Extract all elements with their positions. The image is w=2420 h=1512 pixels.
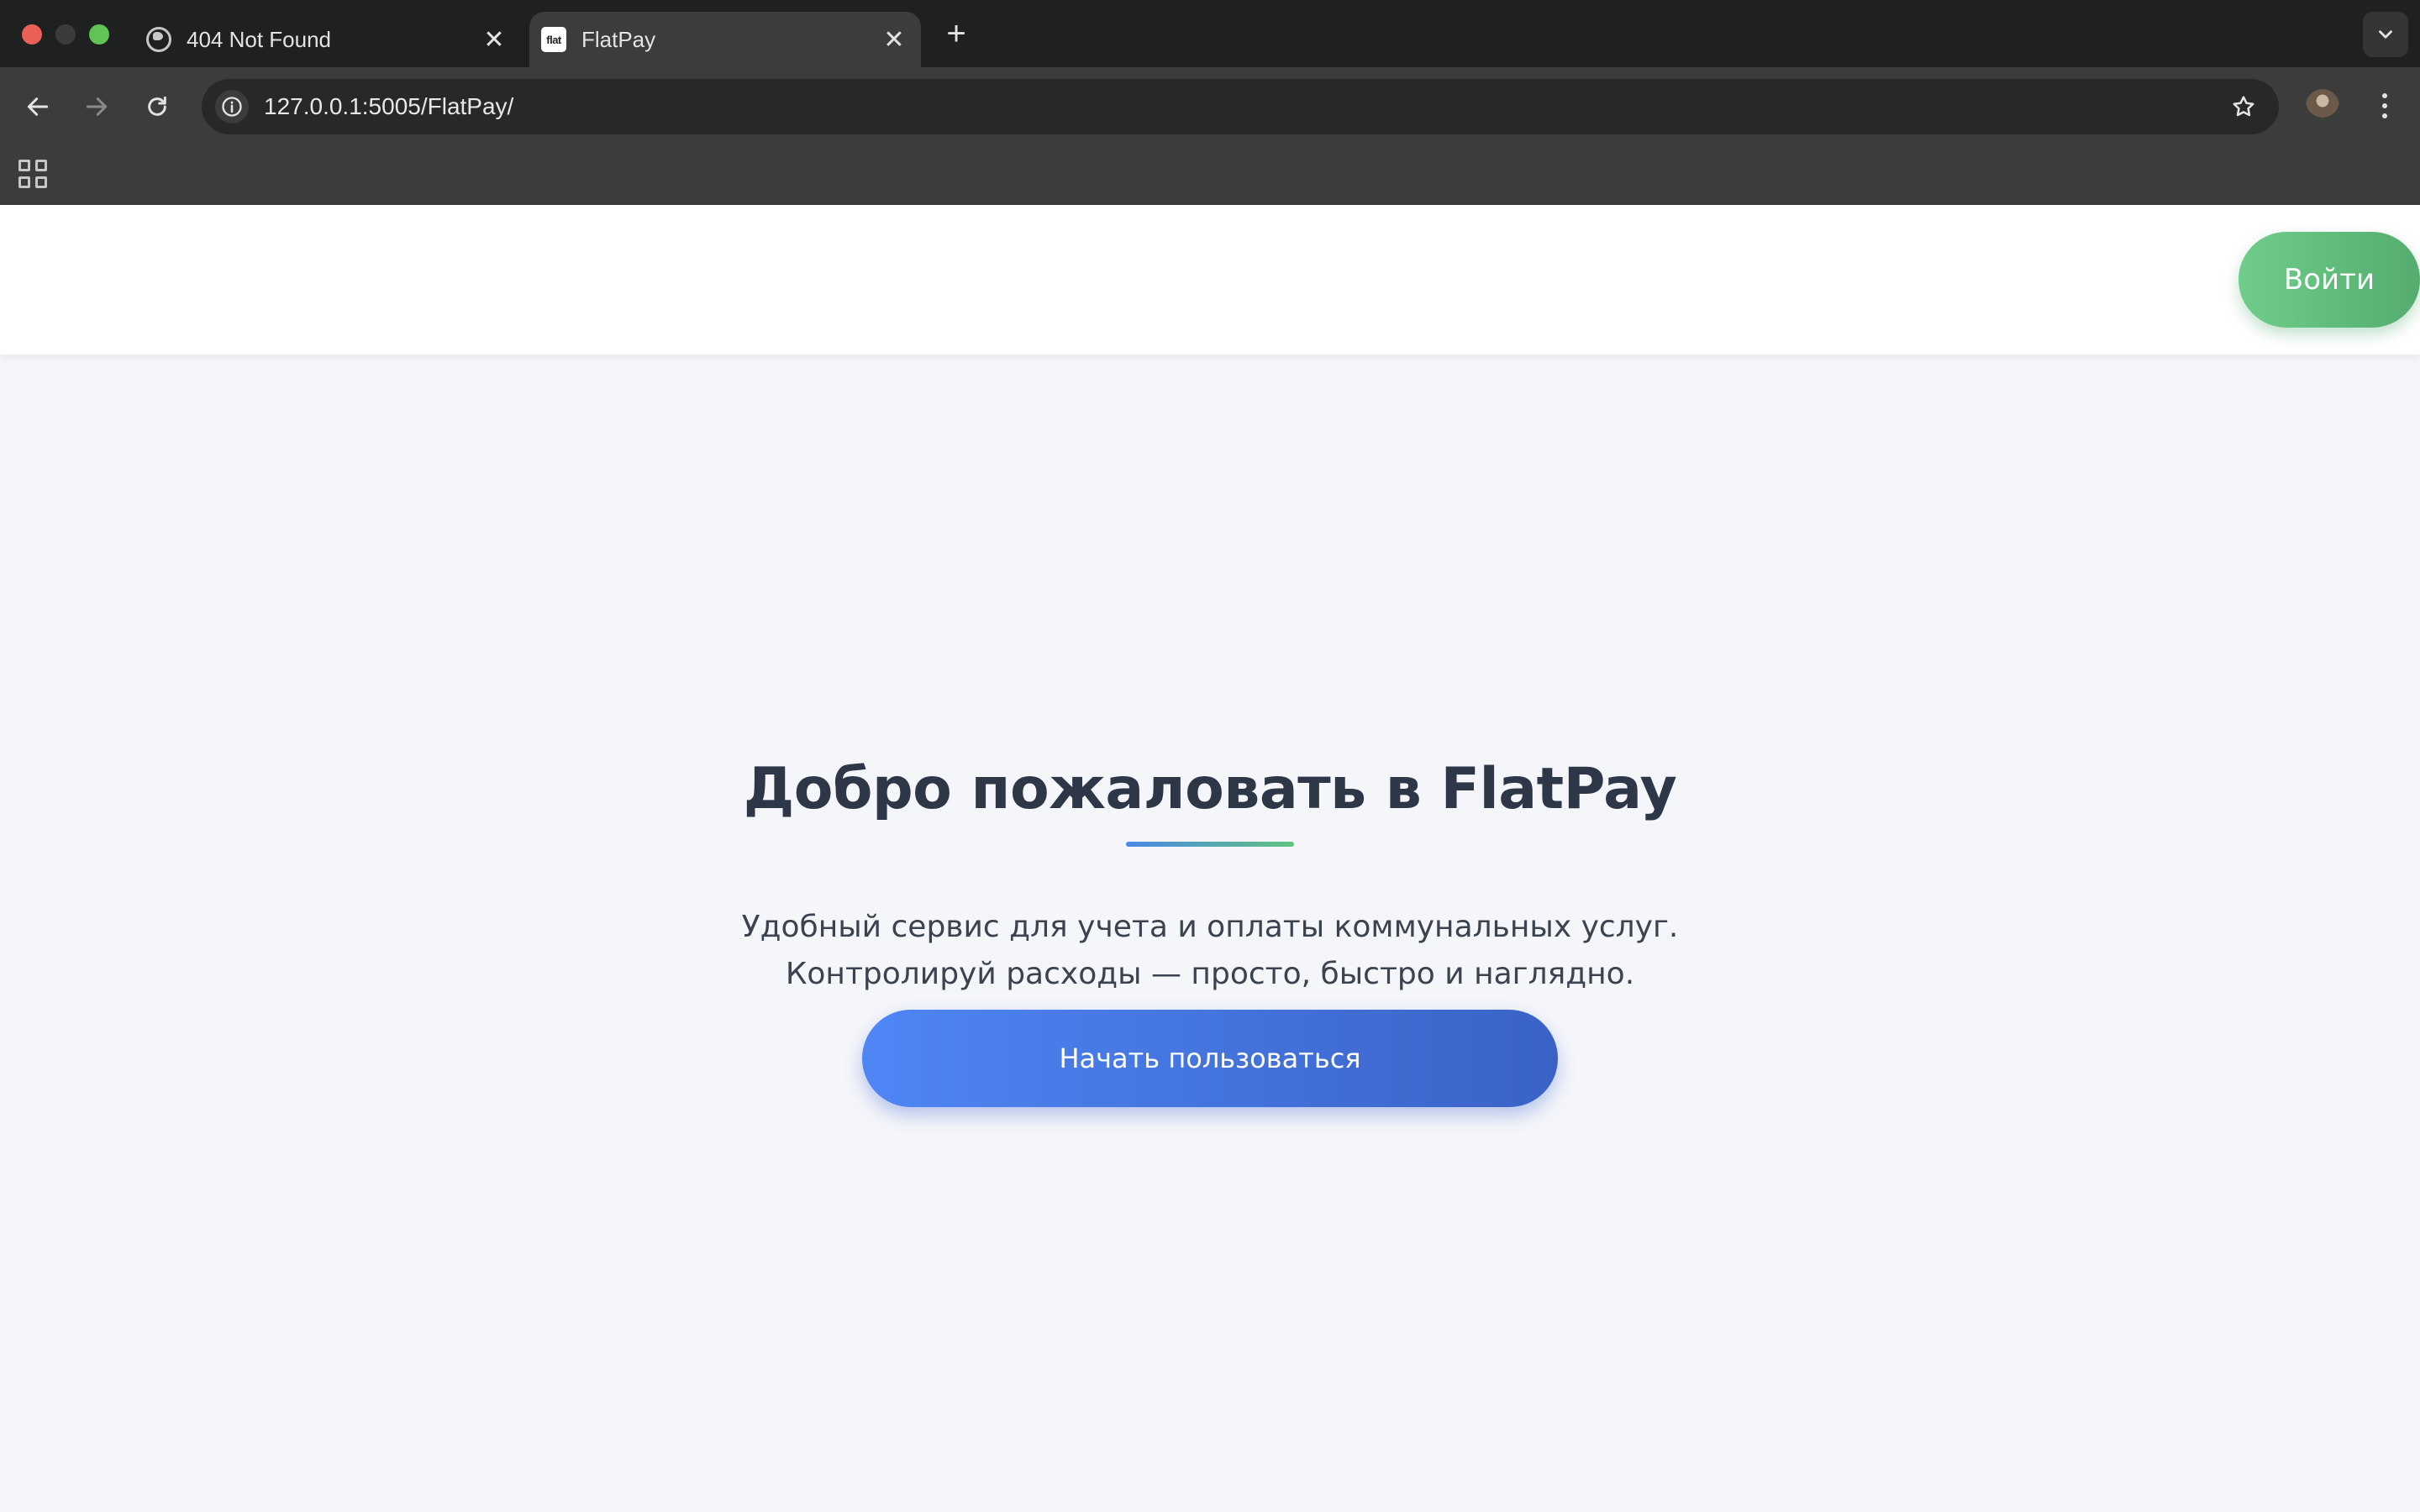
profile-avatar[interactable] xyxy=(2306,89,2339,123)
browser-tab-404[interactable]: 404 Not Found ✕ xyxy=(134,12,521,67)
window-minimize-button[interactable] xyxy=(55,24,76,45)
tab-title: 404 Not Found xyxy=(187,26,332,52)
window-zoom-button[interactable] xyxy=(89,24,109,45)
arrow-left-icon xyxy=(27,97,49,116)
title-underline xyxy=(1126,842,1294,847)
login-button[interactable]: Войти xyxy=(2238,232,2420,328)
bookmarks-bar xyxy=(0,146,2420,205)
tab-close-icon[interactable]: ✕ xyxy=(479,24,509,55)
url-text[interactable]: 127.0.0.1:5005/FlatPay/ xyxy=(264,93,2225,120)
address-bar[interactable]: 127.0.0.1:5005/FlatPay/ xyxy=(202,79,2279,134)
browser-menu-icon[interactable] xyxy=(2368,86,2402,126)
apps-grid-icon[interactable] xyxy=(18,160,47,188)
chevron-down-icon xyxy=(2379,30,2392,39)
hero-title: Добро пожаловать в FlatPay xyxy=(743,756,1677,822)
hero-description-line: Контролируй расходы — просто, быстро и н… xyxy=(785,957,1635,991)
hero-description: Удобный сервис для учета и оплаты коммун… xyxy=(0,904,2420,998)
tab-close-icon[interactable]: ✕ xyxy=(879,24,909,55)
forward-button[interactable] xyxy=(76,86,118,128)
page-content: Войти Добро пожаловать в FlatPay Удобный… xyxy=(0,205,2420,1512)
new-tab-button[interactable]: + xyxy=(938,15,975,52)
reload-icon xyxy=(148,96,166,116)
browser-toolbar: 127.0.0.1:5005/FlatPay/ xyxy=(0,67,2420,146)
hero-description-line: Удобный сервис для учета и оплаты коммун… xyxy=(741,910,1679,944)
browser-tab-strip: 404 Not Found ✕ flat FlatPay ✕ + xyxy=(0,0,2420,67)
site-info-icon[interactable] xyxy=(215,90,249,123)
tab-title: FlatPay xyxy=(581,26,656,52)
globe-icon xyxy=(146,27,171,52)
bookmark-star-icon[interactable] xyxy=(2225,88,2262,125)
site-header: Войти xyxy=(0,205,2420,354)
flatpay-favicon-icon: flat xyxy=(541,27,566,52)
start-using-button[interactable]: Начать пользоваться xyxy=(862,1010,1558,1107)
window-close-button[interactable] xyxy=(22,24,42,45)
arrow-right-icon xyxy=(86,97,108,116)
browser-tab-flatpay[interactable]: flat FlatPay ✕ xyxy=(529,12,921,67)
tab-search-button[interactable] xyxy=(2363,12,2408,57)
back-button[interactable] xyxy=(17,86,59,128)
reload-button[interactable] xyxy=(136,86,178,128)
